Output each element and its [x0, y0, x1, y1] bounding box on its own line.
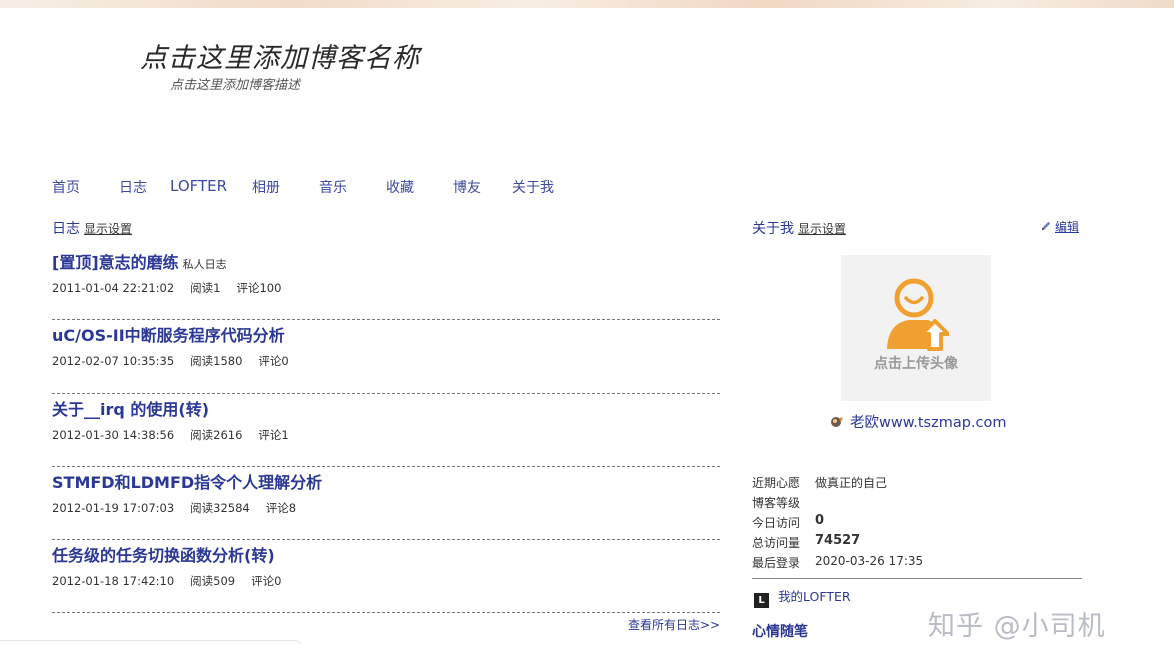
post-item: uC/OS-II中断服务程序代码分析 2012-02-07 10:35:35 阅读…	[52, 320, 720, 394]
nav-item-blog[interactable]: 日志	[119, 177, 147, 197]
post-date: 2012-01-18 17:42:10	[52, 574, 175, 589]
info-key: 近期心愿	[752, 476, 801, 490]
nav-item-about[interactable]: 关于我	[512, 177, 554, 197]
post-title-link[interactable]: 关于__irq 的使用(转)	[52, 396, 209, 420]
lofter-logo-icon: L	[754, 593, 769, 608]
blog-section-header: 日志 显示设置	[52, 218, 132, 238]
post-meta: 2012-02-07 10:35:35 阅读1580 评论0	[52, 353, 305, 369]
nickname-link[interactable]: 老欧www.tszmap.com	[830, 411, 1007, 432]
info-row-total-visits: 总访问量 74527	[752, 532, 1082, 552]
post-reads: 阅读1	[190, 281, 221, 295]
post-reads: 阅读509	[190, 574, 236, 589]
nav-item-album[interactable]: 相册	[252, 177, 280, 197]
post-comments-link[interactable]: 评论0	[258, 354, 288, 368]
post-date: 2012-01-19 17:07:03	[52, 500, 175, 515]
info-key: 博客等级	[752, 496, 801, 510]
divider	[752, 578, 1082, 579]
post-reads: 阅读2616	[190, 427, 243, 442]
info-key: 最后登录	[752, 556, 801, 570]
post-meta: 2012-01-30 14:38:56 阅读2616 评论1	[52, 427, 305, 443]
post-title-link[interactable]: uC/OS-II中断服务程序代码分析	[52, 322, 285, 346]
blog-section-title: 日志	[52, 221, 80, 237]
post-item: STMFD和LDMFD指令个人理解分析 2012-01-19 17:07:03 阅…	[52, 467, 720, 541]
post-item: [置顶]意志的磨练 私人日志 2011-01-04 22:21:02 阅读1 评论10…	[52, 247, 720, 321]
avatar-upload[interactable]: 点击上传头像	[841, 255, 991, 401]
info-key: 今日访问	[752, 516, 801, 530]
blog-title[interactable]: 点击这里添加博客名称	[140, 36, 420, 75]
post-title-link[interactable]: STMFD和LDMFD指令个人理解分析	[52, 469, 322, 493]
info-value: 74527	[815, 533, 861, 548]
avatar-upload-icon	[887, 278, 949, 351]
about-display-settings-link[interactable]: 显示设置	[798, 222, 846, 236]
post-comments-link[interactable]: 评论0	[251, 574, 281, 588]
info-row-last-login: 最后登录 2020-03-26 17:35	[752, 552, 1082, 572]
post-meta: 2012-01-19 17:07:03 阅读32584 评论8	[52, 500, 312, 516]
my-lofter-link[interactable]: L 我的LOFTER	[754, 586, 851, 608]
post-item: 关于__irq 的使用(转) 2012-01-30 14:38:56 阅读2616…	[52, 394, 720, 467]
top-decor-band	[0, 0, 1174, 8]
post-comments-link[interactable]: 评论8	[266, 501, 296, 515]
view-all-posts-link[interactable]: 查看所有日志>>	[628, 616, 720, 633]
nav-item-music[interactable]: 音乐	[319, 177, 347, 197]
about-section-header: 关于我 显示设置	[752, 218, 846, 238]
nav-item-lofter[interactable]: LOFTER	[170, 177, 227, 195]
edit-label: 编辑	[1055, 220, 1080, 234]
post-tag: 私人日志	[182, 258, 227, 271]
info-row-today-visits: 今日访问 0	[752, 512, 1082, 532]
post-meta: 2011-01-04 22:21:02 阅读1 评论100	[52, 280, 297, 296]
bottom-panel-edge	[0, 640, 300, 644]
post-reads: 阅读1580	[190, 354, 243, 369]
mood-section-title: 心情随笔	[752, 624, 808, 640]
post-date: 2012-01-30 14:38:56	[52, 427, 175, 442]
post-item: 任务级的任务切换函数分析(转) 2012-01-18 17:42:10 阅读509…	[52, 540, 720, 614]
blog-description[interactable]: 点击这里添加博客描述	[170, 74, 300, 93]
post-meta: 2012-01-18 17:42:10 阅读509 评论0	[52, 573, 297, 589]
nav-item-favorites[interactable]: 收藏	[386, 177, 414, 197]
post-title-link[interactable]: 任务级的任务切换函数分析(转)	[52, 542, 275, 566]
info-row-wish: 近期心愿 做真正的自己	[752, 472, 1082, 492]
post-comments-link[interactable]: 评论1	[258, 428, 288, 442]
about-section-title: 关于我	[752, 221, 794, 237]
pencil-icon	[1042, 221, 1051, 230]
blog-display-settings-link[interactable]: 显示设置	[84, 222, 132, 236]
post-title-link[interactable]: [置顶]意志的磨练 私人日志	[52, 249, 227, 273]
post-list: [置顶]意志的磨练 私人日志 2011-01-04 22:21:02 阅读1 评论10…	[52, 247, 720, 614]
profile-info: 近期心愿 做真正的自己 博客等级 今日访问 0 总访问量 74527 最后登录 …	[752, 472, 1082, 572]
watermark: 知乎 @小司机	[928, 611, 1106, 642]
info-value: 0	[815, 513, 825, 528]
nav-item-friends[interactable]: 博友	[453, 177, 481, 197]
post-reads: 阅读32584	[190, 500, 250, 515]
avatar-caption: 点击上传头像	[874, 356, 958, 372]
post-date: 2011-01-04 22:21:02	[52, 281, 175, 295]
info-key: 总访问量	[752, 536, 801, 550]
post-comments-link[interactable]: 评论100	[236, 281, 281, 295]
info-value: 做真正的自己	[815, 476, 888, 490]
nav-item-home[interactable]: 首页	[52, 177, 80, 197]
info-row-level: 博客等级	[752, 492, 1082, 512]
edit-profile-link[interactable]: 编辑	[1040, 218, 1079, 235]
user-dot-icon	[831, 417, 843, 427]
info-value: 2020-03-26 17:35	[815, 554, 924, 568]
post-date: 2012-02-07 10:35:35	[52, 354, 175, 369]
